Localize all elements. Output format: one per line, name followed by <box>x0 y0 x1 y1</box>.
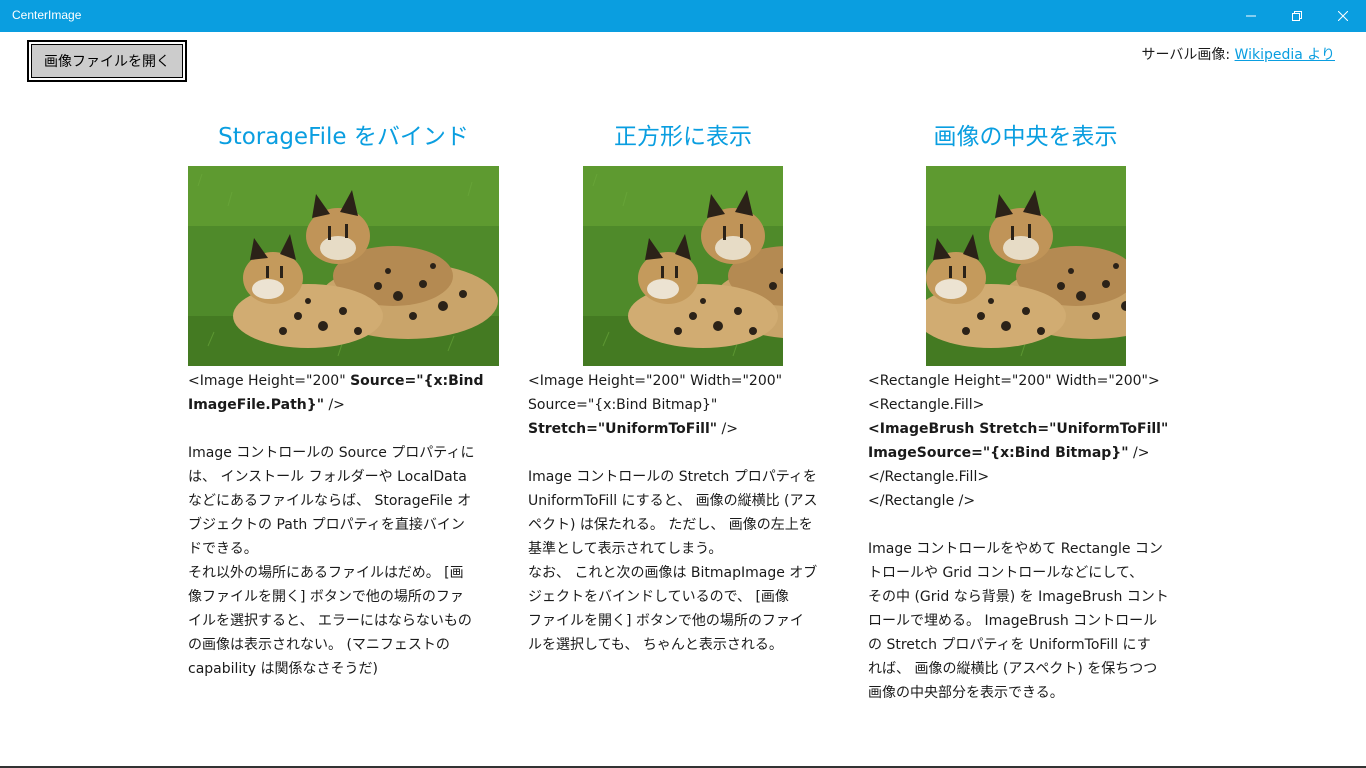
open-image-file-button[interactable]: 画像ファイルを開く <box>27 40 187 82</box>
code-bold: <ImageBrush Stretch="UniformToFill" <box>868 421 1169 437</box>
code-text: <Rectangle Height="200" Width="200"> <box>868 373 1160 389</box>
restore-button[interactable] <box>1274 0 1320 32</box>
code-text: /> <box>717 421 738 437</box>
column-heading: 正方形に表示 <box>614 124 752 150</box>
close-button[interactable] <box>1320 0 1366 32</box>
wikipedia-link[interactable]: Wikipedia より <box>1235 47 1335 63</box>
column-heading: StorageFile をバインド <box>218 124 469 150</box>
serval-photo <box>583 166 783 366</box>
column-description: Image コントロールをやめて Rectangle コン トロールや Grid… <box>868 541 1169 701</box>
title-bar: CenterImage <box>0 0 1366 32</box>
serval-photo <box>925 166 1126 366</box>
minimize-icon <box>1246 15 1256 17</box>
serval-image <box>583 166 783 366</box>
column-square: 正方形に表示 <Image Height="200" Width="200" S… <box>528 118 838 657</box>
code-bold: Stretch="UniformToFill" <box>528 421 718 437</box>
code-text: <Rectangle.Fill> <box>868 397 985 413</box>
code-text: /> <box>1128 445 1150 461</box>
restore-icon <box>1292 11 1302 21</box>
code-text: <Image Height="200" <box>188 373 351 389</box>
code-text: Source="{x:Bind Bitmap}" <box>528 397 718 413</box>
column-description: Image コントロールの Stretch プロパティを UniformToFi… <box>528 469 818 653</box>
code-bold: ImageSource="{x:Bind Bitmap}" <box>868 445 1129 461</box>
xaml-code: <Image Height="200" Source="{x:Bind Imag… <box>188 369 499 417</box>
image-credit: サーバル画像: Wikipedia より <box>1142 44 1335 64</box>
code-text: </Rectangle.Fill> <box>868 469 990 485</box>
xaml-code: <Image Height="200" Width="200" Source="… <box>528 369 838 441</box>
column-description: Image コントロールの Source プロパティに は、 インストール フォ… <box>188 445 475 677</box>
code-bold: ImageFile.Path}" <box>188 397 324 413</box>
xaml-code: <Rectangle Height="200" Width="200"> <Re… <box>868 369 1183 513</box>
serval-image <box>188 166 499 366</box>
open-image-file-label: 画像ファイルを開く <box>31 44 183 78</box>
column-center: 画像の中央を表示 <Rectangle Height="200" Width="… <box>868 118 1183 705</box>
code-bold: Source="{x:Bind <box>350 373 484 389</box>
credit-prefix: サーバル画像: <box>1141 47 1235 63</box>
close-icon <box>1338 11 1348 21</box>
code-text: <Image Height="200" Width="200" <box>528 373 783 389</box>
column-heading: 画像の中央を表示 <box>933 124 1118 150</box>
serval-photo <box>188 166 499 366</box>
window-title: CenterImage <box>12 8 82 22</box>
minimize-button[interactable] <box>1228 0 1274 32</box>
serval-image <box>925 166 1126 366</box>
code-text: /> <box>324 397 345 413</box>
code-text: </Rectangle /> <box>868 493 976 509</box>
column-storagefile: StorageFile をバインド <Image Height="200" So… <box>188 118 499 681</box>
